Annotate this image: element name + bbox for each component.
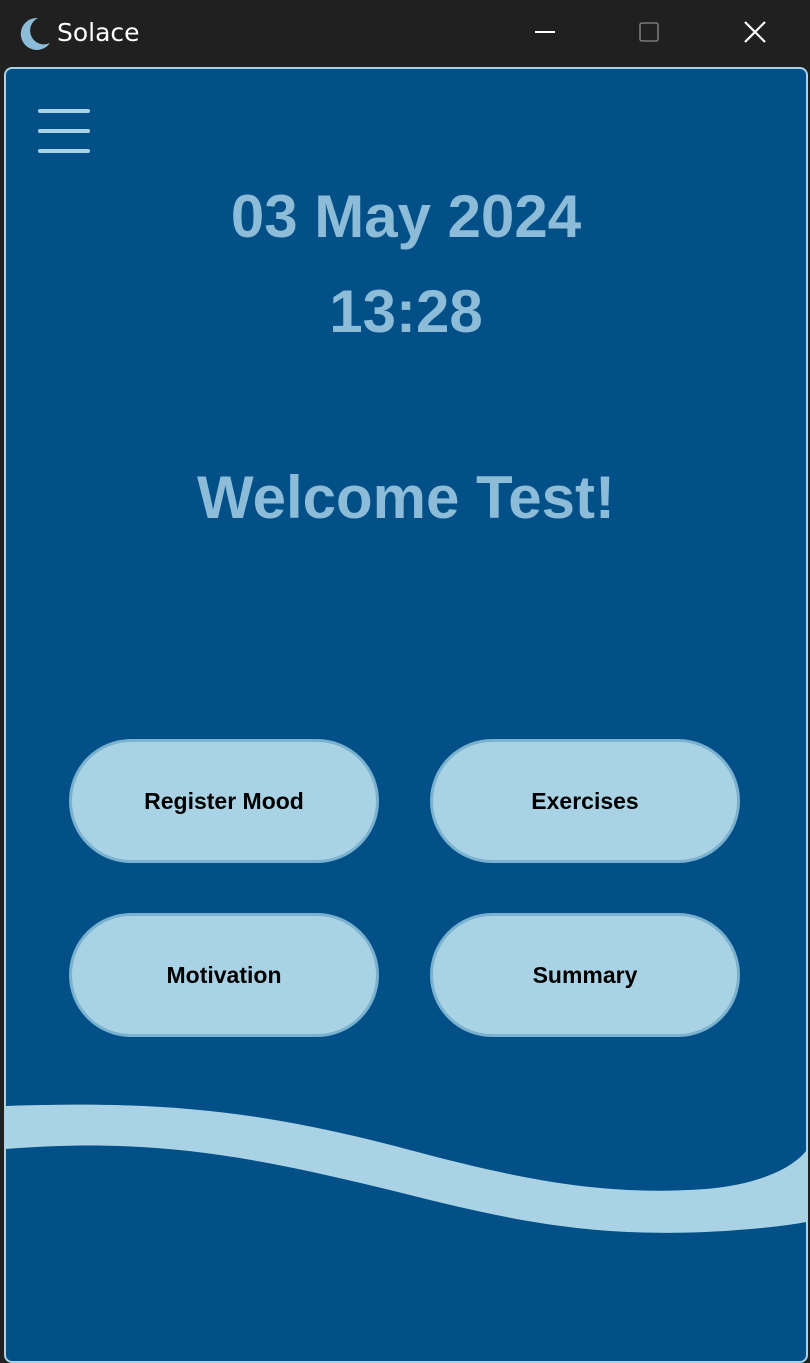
minimize-icon	[535, 31, 555, 33]
crescent-moon-icon	[20, 17, 50, 50]
close-button[interactable]	[702, 0, 808, 64]
summary-button[interactable]: Summary	[430, 913, 740, 1037]
maximize-icon	[639, 22, 659, 42]
app-window: Solace 03 May 2024 13:28 Welcome Test! R…	[0, 0, 810, 1363]
motivation-button[interactable]: Motivation	[69, 913, 379, 1037]
close-icon	[744, 21, 766, 43]
decorative-wave	[6, 1104, 806, 1233]
maximize-button[interactable]	[596, 0, 702, 64]
main-panel: 03 May 2024 13:28 Welcome Test! Register…	[4, 67, 808, 1363]
hamburger-menu-icon[interactable]	[36, 107, 92, 157]
title-bar[interactable]: Solace	[0, 0, 810, 66]
register-mood-button[interactable]: Register Mood	[69, 739, 379, 863]
current-time: 13:28	[329, 278, 483, 345]
window-title: Solace	[57, 18, 140, 47]
exercises-button[interactable]: Exercises	[430, 739, 740, 863]
welcome-message: Welcome Test!	[197, 464, 615, 531]
minimize-button[interactable]	[492, 0, 598, 64]
current-date: 03 May 2024	[230, 183, 582, 250]
